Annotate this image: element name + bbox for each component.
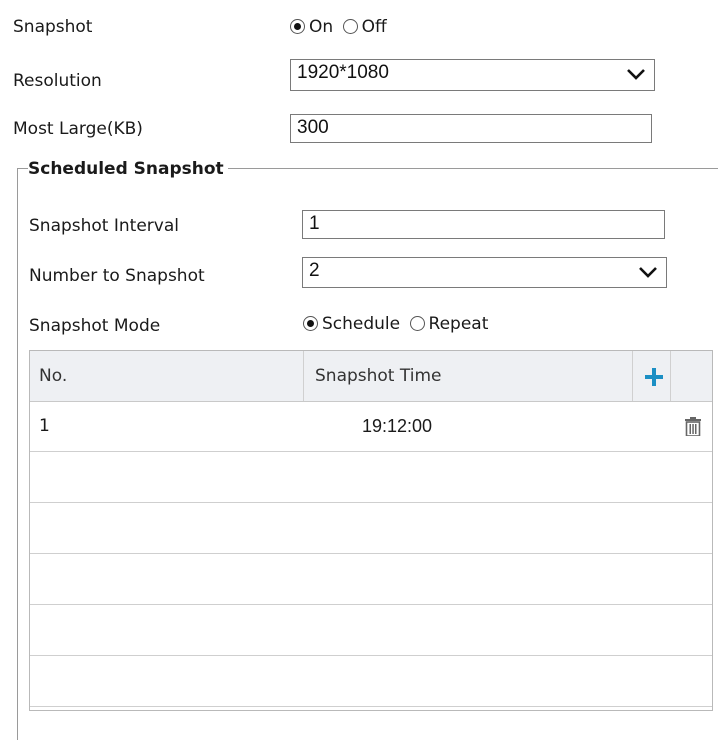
max-size-label: Most Large(KB) (13, 119, 143, 139)
max-size-value: 300 (297, 117, 329, 138)
snapshot-on-radio[interactable] (290, 19, 305, 34)
empty-table-row (30, 554, 712, 605)
repeat-option[interactable]: Repeat (409, 314, 488, 334)
number-to-snapshot-select[interactable]: 2 (302, 257, 667, 288)
empty-table-row (30, 503, 712, 554)
column-header-no: No. (39, 366, 68, 386)
empty-table-row (30, 656, 712, 707)
group-border-left (17, 168, 18, 740)
table-row[interactable]: 1 19:12:00 (30, 401, 712, 452)
row-number: 1 (39, 416, 50, 436)
snapshot-interval-value: 1 (309, 213, 320, 234)
plus-icon[interactable] (644, 367, 664, 387)
column-header-snapshot-time: Snapshot Time (315, 366, 442, 386)
resolution-select[interactable]: 1920*1080 (290, 59, 655, 91)
snapshot-on-option[interactable]: On (290, 17, 333, 37)
resolution-value: 1920*1080 (297, 62, 389, 83)
empty-table-row (30, 452, 712, 503)
schedule-option[interactable]: Schedule (303, 314, 400, 334)
snapshot-schedule-table: No. Snapshot Time 1 19:12:00 (29, 350, 713, 711)
snapshot-off-option[interactable]: Off (342, 17, 387, 37)
column-divider (632, 351, 633, 401)
snapshot-mode-radio-group: Schedule Repeat (303, 313, 488, 335)
schedule-radio[interactable] (303, 316, 318, 331)
snapshot-off-radio[interactable] (342, 19, 358, 34)
scheduled-snapshot-legend: Scheduled Snapshot (28, 158, 228, 180)
max-size-input[interactable]: 300 (290, 114, 652, 143)
snapshot-mode-label: Snapshot Mode (29, 316, 161, 336)
table-header: No. Snapshot Time (30, 351, 712, 402)
snapshot-interval-input[interactable]: 1 (302, 210, 665, 239)
repeat-radio[interactable] (409, 316, 425, 331)
number-to-snapshot-value: 2 (309, 260, 320, 281)
number-to-snapshot-label: Number to Snapshot (29, 266, 205, 286)
snapshot-interval-label: Snapshot Interval (29, 216, 179, 236)
snapshot-label: Snapshot (13, 17, 93, 37)
chevron-down-icon (627, 69, 645, 80)
resolution-label: Resolution (13, 71, 102, 91)
column-divider (670, 351, 671, 401)
row-snapshot-time[interactable]: 19:12:00 (362, 415, 432, 437)
empty-table-row (30, 605, 712, 656)
chevron-down-icon (639, 267, 657, 278)
trash-icon[interactable] (685, 417, 701, 436)
column-divider (303, 351, 304, 401)
snapshot-radio-group: On Off (290, 16, 387, 38)
